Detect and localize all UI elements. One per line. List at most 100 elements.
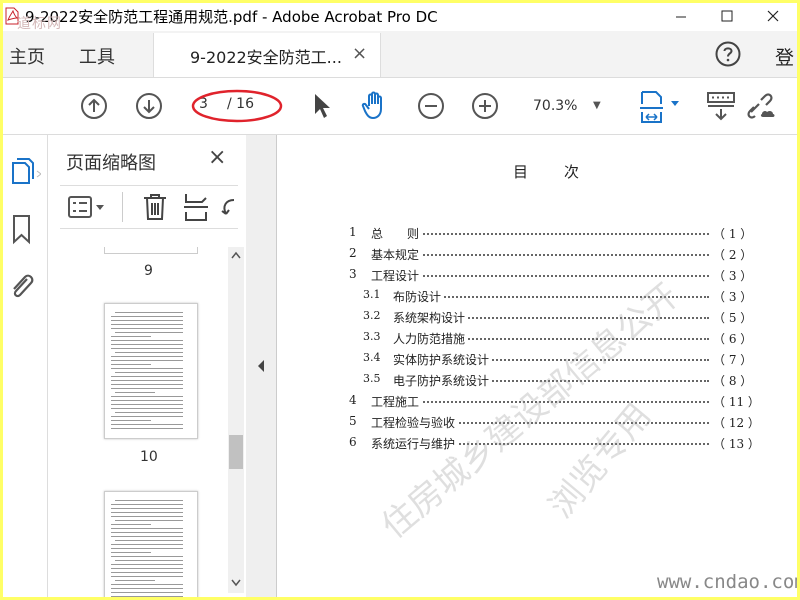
thumbnail-text-line bbox=[111, 388, 183, 389]
thumbnail-text-line bbox=[115, 332, 183, 333]
page-thumbnails-icon[interactable] bbox=[7, 157, 41, 191]
thumbnail-scrollbar[interactable] bbox=[228, 247, 244, 593]
toc-row[interactable]: 1 总 则 （ 1 ） bbox=[349, 225, 753, 243]
toc-row[interactable]: 3.1 布防设计 （ 3 ） bbox=[349, 288, 752, 306]
toc-number: 2 bbox=[349, 246, 357, 260]
zoom-level-field[interactable]: 70.3% bbox=[533, 98, 577, 114]
hand-tool-icon[interactable] bbox=[361, 90, 391, 120]
toc-title: 电子防护系统设计 bbox=[393, 372, 493, 389]
fit-page-icon[interactable] bbox=[639, 90, 683, 124]
scroll-down-icon[interactable] bbox=[231, 579, 241, 587]
thumbnail-text-line bbox=[111, 324, 183, 325]
collapse-panel-icon[interactable] bbox=[256, 359, 266, 373]
toc-title: 工程施工 bbox=[371, 393, 423, 410]
thumbnail-text-line bbox=[111, 596, 183, 597]
toc-page-number: （ 1 ） bbox=[713, 227, 753, 241]
thumbnail-text-line bbox=[111, 340, 183, 341]
thumbnail-text-line bbox=[111, 428, 183, 429]
thumbnail-text-line bbox=[111, 328, 183, 329]
page-highlight-ellipse bbox=[191, 89, 283, 123]
toc-page-number: （ 11 ） bbox=[713, 395, 760, 409]
thumbnail-text-line bbox=[111, 360, 183, 361]
thumbnail-text-line bbox=[111, 584, 183, 585]
toc-number: 6 bbox=[349, 435, 357, 449]
maximize-icon bbox=[721, 10, 733, 22]
thumbnail-text-line bbox=[111, 556, 183, 557]
home-tab[interactable]: 主页 bbox=[9, 43, 45, 69]
toc-row[interactable]: 3.2 系统架构设计 （ 5 ） bbox=[349, 309, 752, 327]
panel-splitter[interactable] bbox=[246, 135, 277, 597]
maximize-button[interactable] bbox=[704, 3, 750, 31]
thumbnail-text-line bbox=[115, 540, 183, 541]
attachments-icon[interactable] bbox=[7, 269, 37, 303]
acrobat-window: 9-2022安全防范工程通用规范.pdf - Adobe Acrobat Pro… bbox=[3, 3, 797, 597]
toc-title: 系统架构设计 bbox=[393, 309, 469, 326]
title-bar: 9-2022安全防范工程通用规范.pdf - Adobe Acrobat Pro… bbox=[3, 3, 797, 32]
thumbnail-text-line bbox=[111, 384, 183, 385]
toc-title: 工程检验与验收 bbox=[371, 414, 459, 431]
toc-row[interactable]: 2 基本规定 （ 2 ） bbox=[349, 246, 752, 264]
panel-title: 页面缩略图 bbox=[66, 153, 156, 174]
toc-title: 布防设计 bbox=[393, 288, 445, 305]
thumbnail-text-line bbox=[111, 348, 183, 349]
thumbnail-text-line bbox=[111, 504, 183, 505]
thumbnail-page-8-bottom[interactable] bbox=[104, 247, 198, 254]
tools-tab[interactable]: 工具 bbox=[79, 43, 115, 69]
toc-number: 3 bbox=[349, 267, 357, 281]
thumbnail-text-line bbox=[115, 312, 183, 313]
toc-row[interactable]: 6 系统运行与维护（ 13 ） bbox=[349, 435, 760, 453]
thumbnail-text-line bbox=[115, 412, 183, 413]
keyboard-scroll-icon[interactable] bbox=[705, 90, 737, 122]
scrollbar-thumb[interactable] bbox=[229, 435, 243, 469]
toc-title: 工程设计 bbox=[371, 267, 423, 284]
previous-page-icon[interactable] bbox=[80, 92, 108, 120]
document-view[interactable]: 目次 1 总 则 （ 1 ） 2 基本规定 （ 2 ） 3 工程设计 （ 3 ） 3.1 布防设计 （… bbox=[277, 135, 797, 597]
bookmarks-icon[interactable] bbox=[7, 213, 37, 247]
toc-number: 4 bbox=[349, 393, 357, 407]
toc-number: 3.4 bbox=[363, 351, 381, 364]
thumbnail-text-line bbox=[111, 568, 183, 569]
thumbnail-text-line bbox=[111, 404, 183, 405]
thumbnails-panel: 页面缩略图 × 9 10 bbox=[48, 135, 246, 597]
toc-leader-dots bbox=[411, 254, 709, 256]
thumbnail-text-line bbox=[111, 316, 183, 317]
document-tab[interactable]: 9-2022安全防范工... × bbox=[153, 33, 381, 77]
thumbnail-text-line bbox=[111, 376, 183, 377]
zoom-dropdown-icon[interactable]: ▼ bbox=[593, 100, 601, 111]
toc-leader-dots bbox=[411, 275, 709, 277]
rotate-page-icon[interactable] bbox=[220, 194, 238, 220]
thumbnail-text-line bbox=[111, 416, 183, 417]
thumbnail-list: 9 10 bbox=[48, 247, 226, 597]
toolbar-divider bbox=[122, 192, 123, 222]
select-cursor-icon[interactable] bbox=[311, 92, 333, 120]
share-link-icon[interactable] bbox=[745, 90, 779, 122]
document-tab-label: 9-2022安全防范工... bbox=[190, 48, 342, 67]
thumbnail-options-icon[interactable] bbox=[68, 195, 112, 219]
toc-row[interactable]: 3 工程设计 （ 3 ） bbox=[349, 267, 752, 285]
scroll-up-icon[interactable] bbox=[231, 251, 241, 259]
next-page-icon[interactable] bbox=[135, 92, 163, 120]
toc-row[interactable]: 3.3 人力防范措施 （ 6 ） bbox=[349, 330, 752, 348]
close-window-button[interactable] bbox=[750, 3, 796, 31]
delete-icon[interactable] bbox=[142, 192, 168, 222]
login-button[interactable]: 登 bbox=[775, 43, 794, 70]
thumbnail-text-line bbox=[111, 356, 183, 357]
thumbnail-page-10[interactable] bbox=[104, 491, 198, 597]
toc-title: 基本规定 bbox=[371, 246, 423, 263]
thumbnail-text-line bbox=[111, 528, 183, 529]
zoom-in-icon[interactable] bbox=[471, 92, 499, 120]
thumbnail-text-line bbox=[111, 400, 183, 401]
thumbnail-text-line bbox=[111, 524, 151, 525]
insert-page-icon[interactable] bbox=[184, 192, 210, 222]
thumbnail-toolbar bbox=[60, 185, 238, 229]
zoom-out-icon[interactable] bbox=[417, 92, 445, 120]
thumbnail-text-line bbox=[115, 520, 183, 521]
tab-close-icon[interactable]: × bbox=[352, 43, 367, 64]
help-icon[interactable] bbox=[715, 41, 741, 67]
toolbar: 3 / 16 70.3% ▼ bbox=[3, 78, 797, 135]
minimize-button[interactable] bbox=[658, 3, 704, 31]
thumbnail-text-line bbox=[111, 368, 183, 369]
panel-close-icon[interactable]: × bbox=[208, 145, 226, 170]
toc-page-number: （ 13 ） bbox=[713, 437, 760, 451]
thumbnail-page-9[interactable] bbox=[104, 303, 198, 439]
